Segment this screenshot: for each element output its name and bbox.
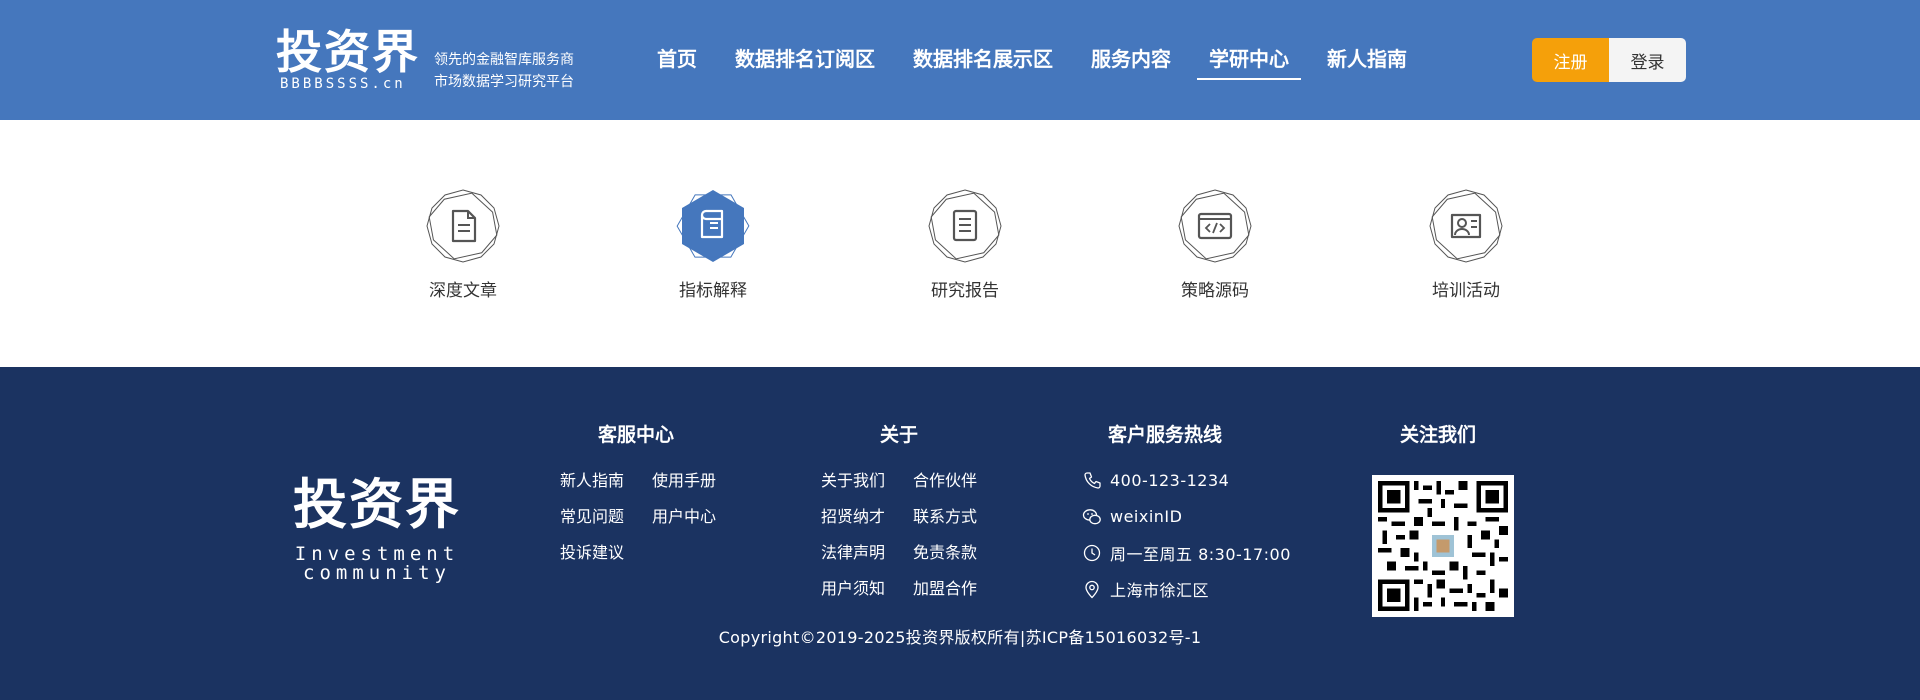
- hotline-hours-row: 周一至周五 8:30-17:00: [1082, 543, 1291, 564]
- footer-logo: 投资界 Investment community: [287, 475, 467, 583]
- training-icon: [1429, 189, 1503, 263]
- learning-categories: 深度文章 指标解释 研究报告 策略源码 培训活动: [0, 120, 1920, 367]
- hotline-address: 上海市徐汇区: [1110, 580, 1210, 600]
- main-nav: 首页 数据排名订阅区 数据排名展示区 服务内容 学研中心 新人指南: [645, 40, 1433, 80]
- footer-logo-sub-line2: community: [303, 562, 451, 584]
- footer-link-careers[interactable]: 招贤纳才: [821, 507, 913, 526]
- book-icon: [676, 190, 750, 262]
- category-label: 深度文章: [429, 281, 497, 301]
- category-research-reports[interactable]: 研究报告: [895, 188, 1035, 301]
- qr-code-image: [1378, 481, 1508, 611]
- footer-link-user-center[interactable]: 用户中心: [652, 507, 744, 526]
- nav-item-ranking-showcase[interactable]: 数据排名展示区: [901, 40, 1065, 80]
- category-training-events[interactable]: 培训活动: [1396, 188, 1536, 301]
- footer-link-partners[interactable]: 合作伙伴: [913, 471, 1005, 490]
- report-icon: [928, 189, 1002, 263]
- copyright-text: Copyright©2019-2025投资界版权所有|苏ICP备15016032…: [718, 628, 1202, 647]
- footer-link-franchise[interactable]: 加盟合作: [913, 579, 1005, 598]
- hotline-wechat: weixinID: [1110, 507, 1183, 526]
- hotline-wechat-row: weixinID: [1082, 507, 1291, 526]
- hotline-address-row: 上海市徐汇区: [1082, 579, 1291, 600]
- site-header: 投资界 BBBBSSSS.cn 领先的金融智库服务商 市场数据学习研究平台 首页…: [0, 0, 1920, 120]
- phone-icon: [1084, 471, 1101, 489]
- register-button[interactable]: 注册: [1532, 38, 1609, 82]
- nav-item-ranking-subscription[interactable]: 数据排名订阅区: [723, 40, 887, 80]
- about-title: 关于: [880, 424, 919, 446]
- wechat-icon: [1082, 508, 1101, 524]
- footer-link-legal[interactable]: 法律声明: [821, 543, 913, 562]
- footer-logo-title: 投资界: [293, 473, 461, 536]
- auth-buttons: 注册 登录: [1532, 38, 1686, 82]
- location-pin-icon: [1085, 580, 1099, 598]
- hotline-title: 客户服务热线: [1108, 424, 1223, 446]
- footer-link-contact[interactable]: 联系方式: [913, 507, 1005, 526]
- footer-link-faq[interactable]: 常见问题: [560, 507, 652, 526]
- login-button[interactable]: 登录: [1609, 38, 1686, 82]
- logo-domain: BBBBSSSS.cn: [280, 76, 406, 92]
- hotline-phone[interactable]: 400-123-1234: [1110, 471, 1229, 490]
- site-tagline: 领先的金融智库服务商 市场数据学习研究平台: [434, 49, 574, 93]
- footer-link-about-us[interactable]: 关于我们: [821, 471, 913, 490]
- clock-icon: [1083, 544, 1101, 561]
- nav-item-learning-center[interactable]: 学研中心: [1197, 40, 1301, 80]
- hotline-phone-row: 400-123-1234: [1082, 471, 1291, 490]
- nav-item-home[interactable]: 首页: [645, 40, 709, 80]
- footer-link-user-notice[interactable]: 用户须知: [821, 579, 913, 598]
- tagline-line2: 市场数据学习研究平台: [434, 74, 574, 90]
- category-strategy-source-code[interactable]: 策略源码: [1145, 188, 1285, 301]
- nav-item-services[interactable]: 服务内容: [1079, 40, 1183, 80]
- document-icon: [426, 189, 500, 263]
- category-label: 策略源码: [1181, 281, 1249, 301]
- footer-link-beginner-guide[interactable]: 新人指南: [560, 471, 652, 490]
- nav-item-beginner-guide[interactable]: 新人指南: [1315, 40, 1419, 80]
- service-center-links: 新人指南 使用手册 常见问题 用户中心 投诉建议: [560, 471, 744, 562]
- footer-link-user-manual[interactable]: 使用手册: [652, 471, 744, 490]
- footer-link-complaints[interactable]: 投诉建议: [560, 543, 652, 562]
- code-icon: [1178, 189, 1252, 263]
- logo-title: 投资界: [276, 25, 420, 79]
- site-footer: 投资界 Investment community 客服中心 新人指南 使用手册 …: [0, 367, 1920, 700]
- service-center-title: 客服中心: [598, 424, 675, 446]
- category-deep-articles[interactable]: 深度文章: [393, 188, 533, 301]
- tagline-line1: 领先的金融智库服务商: [434, 52, 574, 68]
- category-label: 培训活动: [1432, 281, 1500, 301]
- wechat-qr-code: [1372, 475, 1514, 617]
- category-label: 指标解释: [679, 281, 747, 301]
- site-logo[interactable]: 投资界 BBBBSSSS.cn: [276, 26, 420, 92]
- category-indicator-explanation[interactable]: 指标解释: [643, 188, 783, 301]
- hotline-hours: 周一至周五 8:30-17:00: [1110, 544, 1291, 564]
- about-links: 关于我们 合作伙伴 招贤纳才 联系方式 法律声明 免责条款 用户须知 加盟合作: [821, 471, 1005, 598]
- category-label: 研究报告: [931, 281, 999, 301]
- footer-link-disclaimer[interactable]: 免责条款: [913, 543, 1005, 562]
- follow-us-title: 关注我们: [1400, 424, 1477, 446]
- hotline-info: 400-123-1234 weixinID 周一至周五 8:30-17:00 上…: [1082, 471, 1291, 615]
